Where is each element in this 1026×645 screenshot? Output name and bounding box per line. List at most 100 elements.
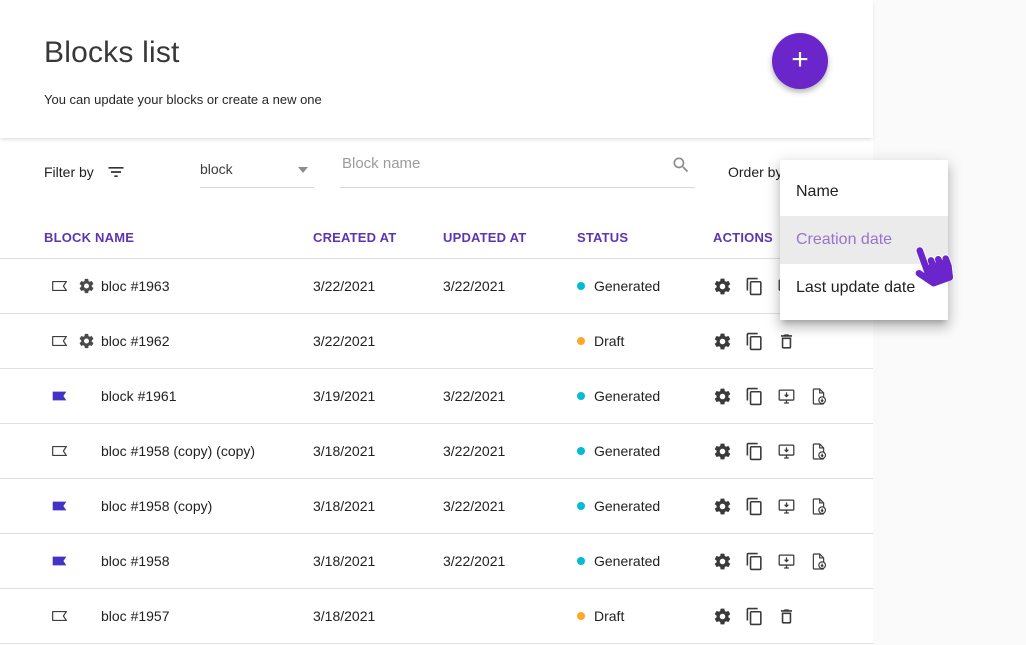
table-row: bloc #1963 3/22/2021 3/22/2021 Generated	[0, 259, 873, 314]
updated-at-cell: 3/22/2021	[443, 278, 577, 294]
column-header: STATUS	[577, 230, 713, 245]
updated-at-cell: 3/22/2021	[443, 443, 577, 459]
copy-icon[interactable]	[745, 277, 764, 296]
gear-badge-icon	[78, 333, 95, 350]
blocks-list-page: Blocks list You can update your blocks o…	[0, 0, 1026, 645]
status-dot	[577, 502, 585, 510]
block-name: bloc #1958	[101, 553, 170, 569]
copy-icon[interactable]	[745, 387, 764, 406]
search-field	[340, 140, 695, 188]
page-header: Blocks list You can update your blocks o…	[0, 0, 873, 138]
block-name: bloc #1962	[101, 333, 170, 349]
trash-icon[interactable]	[777, 607, 796, 626]
deploy-monitor-icon[interactable]	[777, 552, 796, 571]
block-name: bloc #1958 (copy) (copy)	[101, 443, 255, 459]
status-label: Generated	[594, 443, 660, 459]
content-area: Blocks list You can update your blocks o…	[0, 0, 873, 645]
table-row: bloc #1957 3/18/2021 Draft	[0, 589, 873, 644]
status-cell: Generated	[577, 553, 713, 569]
page-title: Blocks list	[44, 36, 180, 70]
order-by-menu: NameCreation dateLast update date	[780, 160, 948, 320]
column-header: UPDATED AT	[443, 230, 577, 245]
created-at-cell: 3/22/2021	[313, 333, 443, 349]
created-at-cell: 3/18/2021	[313, 608, 443, 624]
table-row: bloc #1962 3/22/2021 Draft	[0, 314, 873, 369]
status-dot	[577, 392, 585, 400]
table-row: block #1961 3/19/2021 3/22/2021 Generate…	[0, 369, 873, 424]
file-download-icon[interactable]	[809, 497, 828, 516]
flag-outline-icon	[50, 442, 69, 461]
flag-filled-icon	[50, 497, 69, 516]
copy-icon[interactable]	[745, 332, 764, 351]
status-dot	[577, 447, 585, 455]
block-name-cell: bloc #1958 (copy)	[44, 479, 313, 533]
file-download-icon[interactable]	[809, 442, 828, 461]
block-name: bloc #1963	[101, 278, 170, 294]
copy-icon[interactable]	[745, 552, 764, 571]
actions-cell	[713, 387, 873, 406]
block-name: bloc #1958 (copy)	[101, 498, 212, 514]
copy-icon[interactable]	[745, 442, 764, 461]
column-header: BLOCK NAME	[44, 230, 313, 245]
block-name-cell: block #1961	[44, 369, 313, 423]
settings-icon[interactable]	[713, 497, 732, 516]
table-row: bloc #1958 (copy) 3/18/2021 3/22/2021 Ge…	[0, 479, 873, 534]
deploy-monitor-icon[interactable]	[777, 387, 796, 406]
copy-icon[interactable]	[745, 607, 764, 626]
blocks-table: BLOCK NAMECREATED ATUPDATED ATSTATUSACTI…	[0, 216, 873, 644]
settings-icon[interactable]	[713, 607, 732, 626]
column-header: CREATED AT	[313, 230, 443, 245]
status-label: Generated	[594, 553, 660, 569]
settings-icon[interactable]	[713, 442, 732, 461]
block-type-select[interactable]: block	[200, 150, 314, 188]
updated-at-cell: 3/22/2021	[443, 553, 577, 569]
updated-at-cell: 3/22/2021	[443, 498, 577, 514]
table-header: BLOCK NAMECREATED ATUPDATED ATSTATUSACTI…	[0, 216, 873, 259]
block-name: block #1961	[101, 388, 177, 404]
add-block-button[interactable]: +	[772, 33, 828, 89]
page-subtitle: You can update your blocks or create a n…	[44, 92, 322, 107]
actions-cell	[713, 442, 873, 461]
copy-icon[interactable]	[745, 497, 764, 516]
gear-badge-icon	[78, 278, 95, 295]
block-name: bloc #1957	[101, 608, 170, 624]
actions-cell	[713, 607, 873, 626]
flag-filled-icon	[50, 387, 69, 406]
table-body: bloc #1963 3/22/2021 3/22/2021 Generated	[0, 259, 873, 644]
filter-icon[interactable]	[106, 162, 126, 182]
status-dot	[577, 282, 585, 290]
order-by-label[interactable]: Order by	[728, 164, 782, 180]
status-label: Generated	[594, 498, 660, 514]
status-cell: Generated	[577, 388, 713, 404]
file-download-icon[interactable]	[809, 552, 828, 571]
block-name-cell: bloc #1963	[44, 259, 313, 313]
trash-icon[interactable]	[777, 332, 796, 351]
type-select-value: block	[200, 161, 233, 177]
search-icon	[671, 155, 691, 175]
deploy-monitor-icon[interactable]	[777, 442, 796, 461]
status-label: Draft	[594, 608, 624, 624]
settings-icon[interactable]	[713, 552, 732, 571]
flag-filled-icon	[50, 552, 69, 571]
block-name-cell: bloc #1957	[44, 589, 313, 643]
created-at-cell: 3/18/2021	[313, 443, 443, 459]
caret-down-icon	[298, 167, 308, 173]
settings-icon[interactable]	[713, 387, 732, 406]
filter-by-label: Filter by	[44, 164, 94, 180]
settings-icon[interactable]	[713, 277, 732, 296]
plus-icon: +	[791, 45, 809, 75]
status-cell: Generated	[577, 498, 713, 514]
background-panel	[873, 0, 1026, 645]
table-row: bloc #1958 3/18/2021 3/22/2021 Generated	[0, 534, 873, 589]
status-cell: Generated	[577, 443, 713, 459]
created-at-cell: 3/18/2021	[313, 553, 443, 569]
status-dot	[577, 337, 585, 345]
status-dot	[577, 557, 585, 565]
settings-icon[interactable]	[713, 332, 732, 351]
status-label: Generated	[594, 278, 660, 294]
search-input[interactable]	[340, 140, 695, 187]
updated-at-cell: 3/22/2021	[443, 388, 577, 404]
order-menu-item[interactable]: Name	[780, 168, 948, 216]
deploy-monitor-icon[interactable]	[777, 497, 796, 516]
file-download-icon[interactable]	[809, 387, 828, 406]
